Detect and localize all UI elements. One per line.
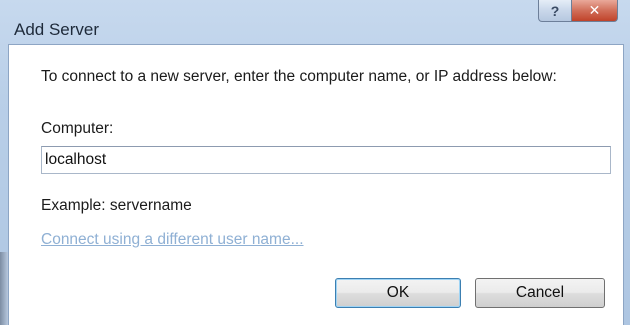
window-edge	[0, 252, 8, 325]
computer-label: Computer:	[41, 120, 114, 137]
dialog-body: To connect to a new server, enter the co…	[8, 44, 624, 325]
close-button[interactable]: ✕	[572, 0, 618, 22]
help-icon: ?	[550, 2, 560, 19]
add-server-dialog: Add Server ? ✕ To connect to a new serve…	[0, 0, 630, 325]
ok-button[interactable]: OK	[335, 278, 461, 308]
instruction-text: To connect to a new server, enter the co…	[41, 68, 557, 85]
screen: Add Server ? ✕ To connect to a new serve…	[0, 0, 630, 325]
window-title: Add Server	[14, 20, 100, 39]
title-bar-buttons: ? ✕	[538, 0, 618, 22]
different-user-link[interactable]: Connect using a different user name...	[41, 231, 304, 249]
example-text: Example: servername	[41, 197, 192, 214]
computer-name-input[interactable]	[41, 146, 611, 174]
title-bar[interactable]: Add Server ? ✕	[0, 0, 630, 42]
help-button[interactable]: ?	[538, 0, 572, 22]
cancel-button[interactable]: Cancel	[475, 278, 605, 308]
close-icon: ✕	[588, 2, 601, 18]
